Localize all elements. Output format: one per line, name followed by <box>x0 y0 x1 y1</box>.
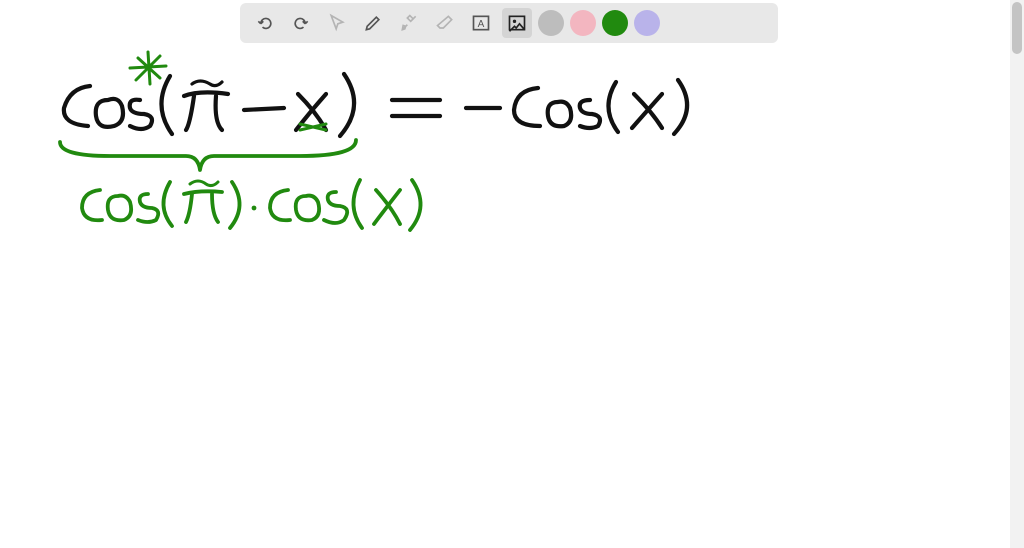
color-lilac[interactable] <box>634 10 660 36</box>
pencil-icon <box>363 13 383 33</box>
tools-icon <box>399 13 419 33</box>
toolbar: A <box>240 3 778 43</box>
image-button[interactable] <box>502 8 532 38</box>
cursor-icon <box>327 13 347 33</box>
undo-icon <box>255 13 275 33</box>
text-icon: A <box>471 13 491 33</box>
annotation-green <box>60 52 421 230</box>
color-gray[interactable] <box>538 10 564 36</box>
ink-layer <box>0 0 1024 548</box>
undo-button[interactable] <box>250 8 280 38</box>
color-pink[interactable] <box>570 10 596 36</box>
cursor-button[interactable] <box>322 8 352 38</box>
equation-line1 <box>64 74 687 136</box>
pen-button[interactable] <box>358 8 388 38</box>
svg-text:A: A <box>478 19 485 30</box>
vertical-scrollbar[interactable] <box>1010 0 1024 548</box>
image-icon <box>507 13 527 33</box>
redo-button[interactable] <box>286 8 316 38</box>
whiteboard-page: { "toolbar": { "undo_tooltip": "Undo", "… <box>0 0 1024 548</box>
eraser-icon <box>435 13 455 33</box>
scrollbar-thumb[interactable] <box>1012 2 1022 54</box>
textbox-button[interactable]: A <box>466 8 496 38</box>
tools-button[interactable] <box>394 8 424 38</box>
redo-icon <box>291 13 311 33</box>
eraser-button[interactable] <box>430 8 460 38</box>
color-green[interactable] <box>602 10 628 36</box>
